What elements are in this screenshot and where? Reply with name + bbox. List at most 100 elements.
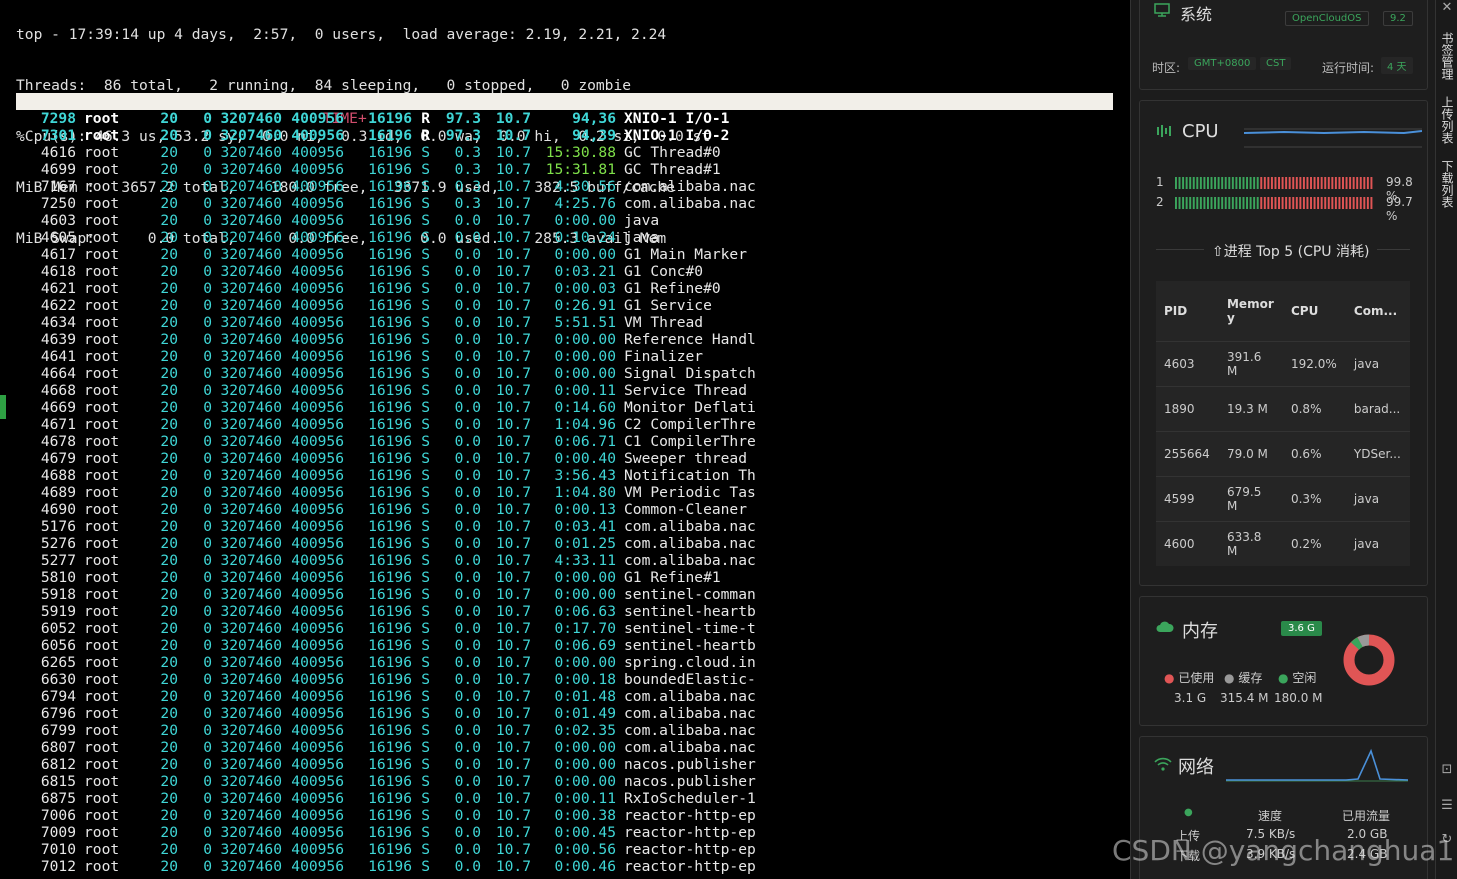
process-user: root <box>76 824 136 841</box>
process-shr: 16196 <box>344 858 412 875</box>
process-command: Common-Cleaner <box>616 501 747 518</box>
process-pid: 4639 <box>16 331 76 348</box>
top5-row[interactable]: 189019.3 M0.8%barad... <box>1156 387 1410 432</box>
process-user: root <box>76 212 136 229</box>
process-cpu: 0.0 <box>430 790 481 807</box>
process-user: root <box>76 671 136 688</box>
process-list: 7298root200320746040095616196R97.310.794… <box>16 110 756 875</box>
process-ni: 0 <box>178 433 212 450</box>
process-cpu: 0.0 <box>430 331 481 348</box>
process-pr: 20 <box>136 841 178 858</box>
tab-download-list[interactable]: 下载列表 <box>1438 160 1456 208</box>
process-res: 400956 <box>282 144 344 161</box>
process-pid: 7006 <box>16 807 76 824</box>
top5-row[interactable]: 4599679.5 M0.3%java <box>1156 477 1410 522</box>
cpu-bar-segment <box>1275 177 1277 189</box>
process-ni: 0 <box>178 110 212 127</box>
process-virt: 3207460 <box>212 603 282 620</box>
tab-upload-list[interactable]: 上传列表 <box>1438 96 1456 144</box>
cpu-bar-segment <box>1363 197 1365 209</box>
top5-row[interactable]: 4603391.6 M192.0%java <box>1156 342 1410 387</box>
process-time: 0:01.49 <box>531 705 616 722</box>
process-ni: 0 <box>178 535 212 552</box>
th-command[interactable]: Com... <box>1346 281 1410 342</box>
process-pid: 6799 <box>16 722 76 739</box>
process-pid: 6875 <box>16 790 76 807</box>
process-pid: 4616 <box>16 144 76 161</box>
process-row: 4664root200320746040095616196S0.010.70:0… <box>16 365 756 382</box>
process-command: G1 Refine#0 <box>616 280 721 297</box>
process-shr: 16196 <box>344 603 412 620</box>
cpu-bar-segment <box>1221 177 1223 189</box>
process-cpu: 0.0 <box>430 841 481 858</box>
process-command: com.alibaba.nac <box>616 195 756 212</box>
process-res: 400956 <box>282 110 344 127</box>
process-res: 400956 <box>282 433 344 450</box>
top5-row[interactable]: 25566479.0 M0.6%YDSer... <box>1156 432 1410 477</box>
process-pid: 6812 <box>16 756 76 773</box>
process-time: 1:04.96 <box>531 416 616 433</box>
process-ni: 0 <box>178 416 212 433</box>
th-pid[interactable]: PID <box>1156 281 1219 342</box>
process-s: S <box>412 739 430 756</box>
cpu-bar-segment <box>1335 197 1337 209</box>
close-icon[interactable]: ✕ <box>1440 0 1454 15</box>
process-res: 400956 <box>282 127 344 144</box>
process-command: G1 Main Marker <box>616 246 747 263</box>
process-shr: 16196 <box>344 331 412 348</box>
cpu-bar-segment <box>1264 177 1266 189</box>
process-row: 6056root200320746040095616196S0.010.70:0… <box>16 637 756 654</box>
process-pr: 20 <box>136 620 178 637</box>
process-res: 400956 <box>282 518 344 535</box>
process-shr: 16196 <box>344 280 412 297</box>
th-cpu[interactable]: CPU <box>1283 281 1346 342</box>
process-cpu: 0.3 <box>430 195 481 212</box>
th-memory[interactable]: Memory <box>1219 281 1283 342</box>
process-cpu: 0.0 <box>430 603 481 620</box>
process-s: S <box>412 484 430 501</box>
cpu-bar-segment <box>1207 197 1209 209</box>
process-ni: 0 <box>178 365 212 382</box>
process-user: root <box>76 620 136 637</box>
terminal-scroll-marker[interactable] <box>0 395 6 419</box>
cpu-bar-segment <box>1228 197 1230 209</box>
process-pr: 20 <box>136 467 178 484</box>
process-ni: 0 <box>178 399 212 416</box>
process-pid: 4690 <box>16 501 76 518</box>
process-pid: 4605 <box>16 229 76 246</box>
list-icon[interactable]: ☰ <box>1440 798 1454 813</box>
cpu-bar-segment <box>1338 197 1340 209</box>
process-s: S <box>412 620 430 637</box>
process-s: S <box>412 858 430 875</box>
process-time: 0:00.11 <box>531 382 616 399</box>
process-ni: 0 <box>178 144 212 161</box>
terminal-window[interactable]: top - 17:39:14 up 4 days, 2:57, 0 users,… <box>0 0 1130 879</box>
mem-legend-label: 空闲 <box>1292 671 1316 685</box>
process-command: reactor-http-ep <box>616 824 756 841</box>
process-ni: 0 <box>178 127 212 144</box>
process-res: 400956 <box>282 858 344 875</box>
process-ni: 0 <box>178 824 212 841</box>
process-user: root <box>76 858 136 875</box>
process-cpu: 0.0 <box>430 739 481 756</box>
top5-memory: 633.8 M <box>1219 522 1283 567</box>
top5-row[interactable]: 4600633.8 M0.2%java <box>1156 522 1410 567</box>
process-s: S <box>412 722 430 739</box>
dot-free-icon: ● <box>1278 671 1288 685</box>
process-res: 400956 <box>282 484 344 501</box>
process-command: com.alibaba.nac <box>616 705 756 722</box>
mem-legend-free: ● 空闲 <box>1278 669 1316 686</box>
cpu-bar-segment <box>1306 197 1308 209</box>
process-cpu: 0.0 <box>430 501 481 518</box>
tab-bookmarks[interactable]: 书签管理 <box>1438 32 1456 80</box>
process-user: root <box>76 229 136 246</box>
cpu-bar-segment <box>1296 177 1298 189</box>
cpu-core-index: 1 <box>1156 175 1164 189</box>
terminal-icon[interactable]: ⊡ <box>1440 762 1454 777</box>
process-virt: 3207460 <box>212 790 282 807</box>
process-row: 4689root200320746040095616196S0.010.71:0… <box>16 484 756 501</box>
process-virt: 3207460 <box>212 688 282 705</box>
top5-pid: 4599 <box>1156 477 1219 522</box>
process-command: VM Thread <box>616 314 703 331</box>
process-res: 400956 <box>282 246 344 263</box>
